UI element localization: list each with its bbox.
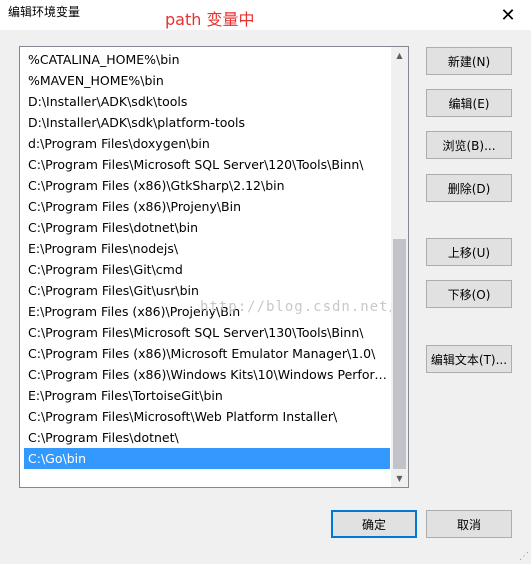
close-button[interactable]: ✕ bbox=[485, 0, 531, 30]
edit-text-button[interactable]: 编辑文本(T)... bbox=[426, 345, 512, 373]
cancel-button[interactable]: 取消 bbox=[426, 510, 512, 538]
list-item[interactable]: C:\Program Files\dotnet\bin bbox=[24, 217, 390, 238]
list-item[interactable]: C:\Program Files\Microsoft SQL Server\12… bbox=[24, 154, 390, 175]
path-list[interactable]: %CATALINA_HOME%\bin %MAVEN_HOME%\bin D:\In… bbox=[19, 46, 409, 488]
edit-button[interactable]: 编辑(E) bbox=[426, 89, 512, 117]
move-up-button[interactable]: 上移(U) bbox=[426, 238, 512, 266]
path-list-rows: %CATALINA_HOME%\bin %MAVEN_HOME%\bin D:\In… bbox=[24, 49, 390, 469]
browse-button[interactable]: 浏览(B)... bbox=[426, 131, 512, 159]
annotation-text: path 变量中 bbox=[165, 10, 255, 29]
delete-button[interactable]: 删除(D) bbox=[426, 174, 512, 202]
new-button[interactable]: 新建(N) bbox=[426, 47, 512, 75]
window-title: 编辑环境变量 bbox=[8, 5, 81, 19]
title-bar: 编辑环境变量 path 变量中 ✕ bbox=[0, 0, 531, 30]
list-item[interactable]: C:\Program Files\Microsoft SQL Server\13… bbox=[24, 322, 390, 343]
list-item[interactable]: C:\Program Files\Git\cmd bbox=[24, 259, 390, 280]
list-item[interactable]: C:\Program Files\dotnet\ bbox=[24, 427, 390, 448]
scroll-down-icon[interactable]: ▼ bbox=[391, 470, 408, 487]
list-item[interactable]: C:\Program Files\Git\usr\bin bbox=[24, 280, 390, 301]
move-down-button[interactable]: 下移(O) bbox=[426, 280, 512, 308]
list-item[interactable]: D:\Installer\ADK\sdk\tools bbox=[24, 91, 390, 112]
watermark: http://blog.csdn.net/ bbox=[200, 299, 399, 315]
resize-grip-icon[interactable]: ⋰ bbox=[519, 551, 529, 562]
list-item[interactable]: %MAVEN_HOME%\bin bbox=[24, 70, 390, 91]
ok-button[interactable]: 确定 bbox=[331, 510, 417, 538]
dialog-body: %CATALINA_HOME%\bin %MAVEN_HOME%\bin D:\In… bbox=[0, 30, 531, 564]
list-item[interactable]: d:\Program Files\doxygen\bin bbox=[24, 133, 390, 154]
list-item[interactable]: C:\Go\bin bbox=[24, 448, 390, 469]
vertical-scrollbar[interactable]: ▲ ▼ bbox=[391, 47, 408, 487]
list-item[interactable]: E:\Program Files\nodejs\ bbox=[24, 238, 390, 259]
list-item[interactable]: D:\Installer\ADK\sdk\platform-tools bbox=[24, 112, 390, 133]
close-icon: ✕ bbox=[500, 4, 516, 26]
list-item[interactable]: C:\Program Files (x86)\Projeny\Bin bbox=[24, 196, 390, 217]
list-item[interactable]: C:\Program Files\Microsoft\Web Platform … bbox=[24, 406, 390, 427]
scrollbar-thumb[interactable] bbox=[393, 239, 406, 469]
list-item[interactable]: E:\Program Files\TortoiseGit\bin bbox=[24, 385, 390, 406]
list-item[interactable]: C:\Program Files (x86)\Windows Kits\10\W… bbox=[24, 364, 390, 385]
list-item[interactable]: %CATALINA_HOME%\bin bbox=[24, 49, 390, 70]
scroll-up-icon[interactable]: ▲ bbox=[391, 47, 408, 64]
list-item[interactable]: C:\Program Files (x86)\GtkSharp\2.12\bin bbox=[24, 175, 390, 196]
list-item[interactable]: C:\Program Files (x86)\Microsoft Emulato… bbox=[24, 343, 390, 364]
